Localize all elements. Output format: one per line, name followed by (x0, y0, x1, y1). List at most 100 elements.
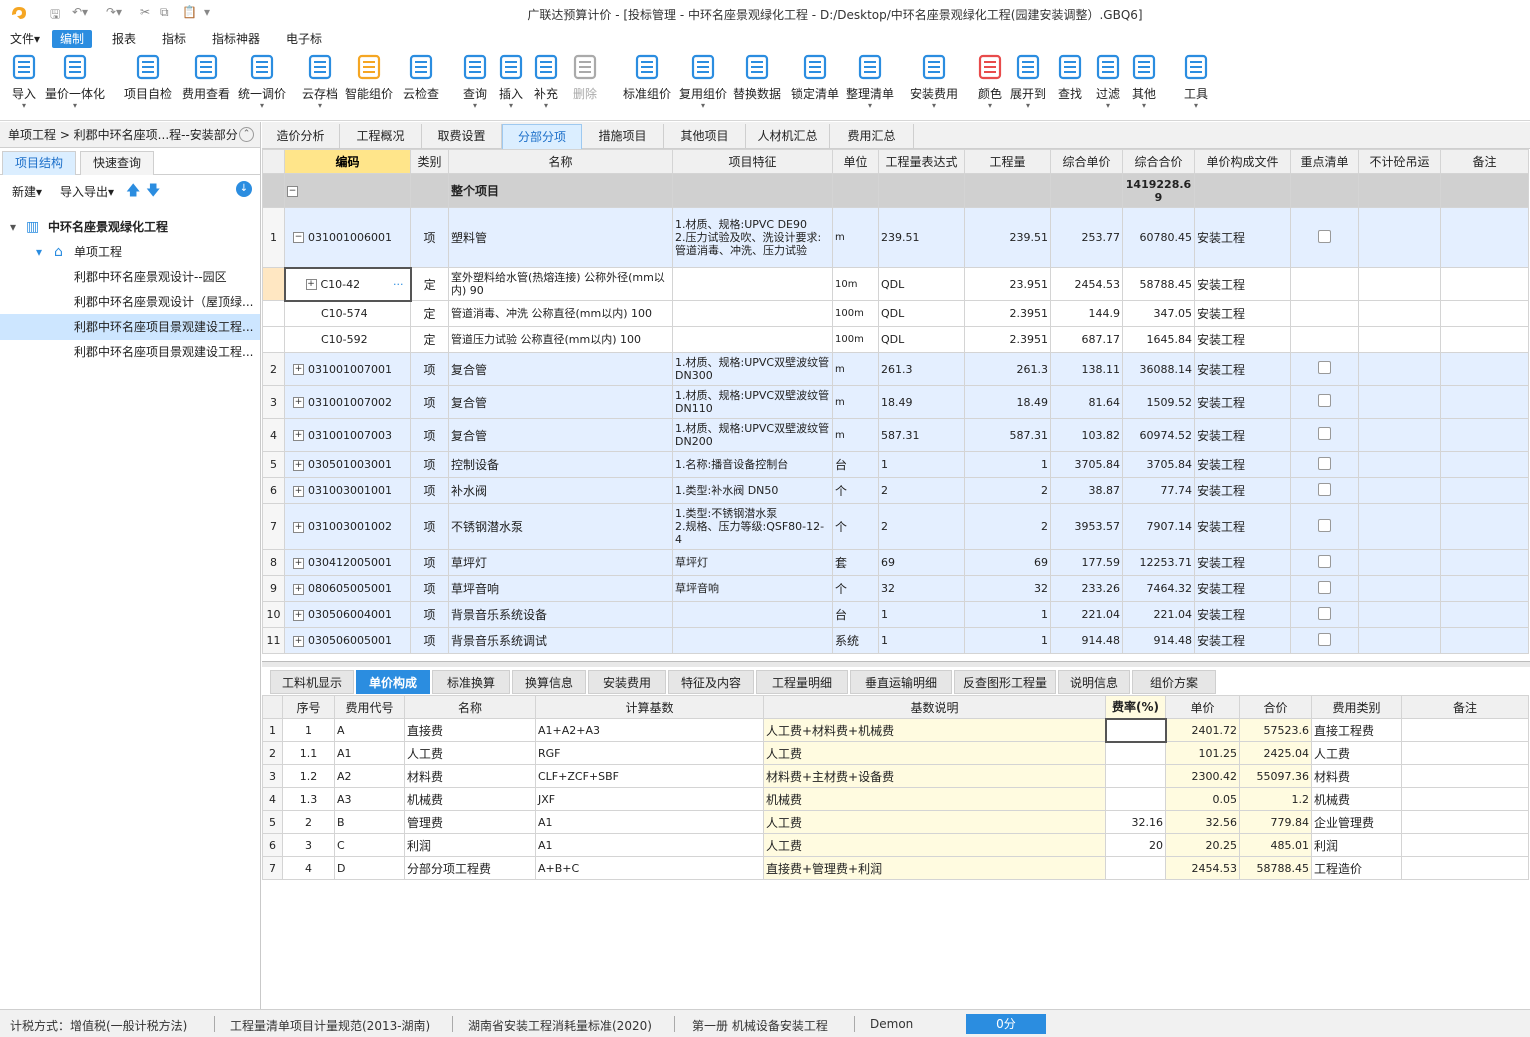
table-row[interactable]: + C10-42 ··· 定室外塑料给水管(热熔连接) 公称外径(mm以内) 90 10… (262, 266, 1529, 302)
fee-code-cell[interactable]: A3 (334, 787, 405, 811)
ribbon-organize-list-button[interactable]: 整理清单 ▾ (845, 53, 895, 110)
type-cell[interactable]: 项 (410, 503, 449, 550)
fee-code-cell[interactable]: C (334, 833, 405, 857)
no-concrete-lift-cell[interactable] (1358, 575, 1441, 602)
fee-category-cell[interactable]: 企业管理费 (1311, 810, 1402, 834)
feature-cell[interactable] (672, 300, 833, 327)
expression-cell[interactable]: 1 (878, 601, 965, 628)
composition-file-cell[interactable]: 安装工程 (1194, 503, 1291, 550)
column-header[interactable]: 综合合价 (1122, 149, 1195, 174)
expression-cell[interactable]: 2 (878, 477, 965, 504)
pane-splitter[interactable] (262, 661, 1530, 667)
expand-icon[interactable]: + (293, 635, 304, 647)
ribbon-tools-button[interactable]: 工具 ▾ (1171, 53, 1221, 110)
detail-tab-7[interactable]: 垂直运输明细 (850, 670, 952, 694)
fee-category-cell[interactable]: 材料费 (1311, 764, 1402, 788)
move-up-icon[interactable]: 🡅 (126, 180, 140, 204)
expression-cell[interactable]: 1 (878, 627, 965, 654)
ribbon-quantity-price-button[interactable]: 量价一体化 ▾ (45, 53, 105, 110)
type-cell[interactable]: 项 (410, 549, 449, 576)
fee-name-cell[interactable]: 分部分项工程费 (404, 856, 536, 880)
expression-cell[interactable]: 18.49 (878, 385, 965, 419)
import-export-button[interactable]: 导入导出▾ (60, 183, 114, 200)
key-list-checkbox[interactable] (1318, 632, 1331, 646)
expression-cell[interactable]: 1 (878, 451, 965, 478)
composition-file-cell[interactable]: 安装工程 (1194, 385, 1291, 419)
quantity-cell[interactable]: 2.3951 (964, 300, 1051, 327)
move-down-icon[interactable]: 🡇 (146, 180, 160, 204)
expression-cell[interactable]: 261.3 (878, 352, 965, 386)
fee-name-cell[interactable]: 机械费 (404, 787, 536, 811)
tab-2[interactable]: 取费设置 (422, 124, 502, 149)
new-button[interactable]: 新建▾ (12, 183, 42, 200)
remark-cell[interactable] (1440, 575, 1529, 602)
code-cell[interactable]: +080605005001 (284, 575, 411, 602)
fee-category-cell[interactable]: 机械费 (1311, 787, 1402, 811)
feature-cell[interactable]: 1.材质、规格:UPVC DE90 2.压力试验及吹、洗设计要求:管道消毒、冲洗… (672, 207, 833, 268)
cost-row[interactable]: 3 1.2 A2 材料费 CLF+ZCF+SBF 材料费+主材费+设备费 2300.42 55… (262, 764, 1529, 788)
name-cell[interactable]: 塑料管 (448, 207, 673, 268)
rate-cell[interactable] (1105, 741, 1166, 765)
composition-file-cell[interactable]: 安装工程 (1194, 575, 1291, 602)
unit-cell[interactable]: 系统 (832, 627, 879, 654)
fee-name-cell[interactable]: 直接费 (404, 718, 536, 742)
expression-cell[interactable]: 239.51 (878, 207, 965, 268)
expand-icon[interactable]: + (305, 279, 317, 290)
unit-cell[interactable]: 个 (832, 575, 879, 602)
code-cell[interactable]: +030506005001 (284, 627, 411, 654)
column-header[interactable]: 编码 (284, 149, 411, 174)
expression-cell[interactable]: 2 (878, 503, 965, 550)
code-cell[interactable]: +030412005001 (284, 549, 411, 576)
calc-base-cell[interactable]: A1 (535, 833, 764, 857)
key-list-checkbox[interactable] (1318, 580, 1331, 594)
no-concrete-lift-cell[interactable] (1358, 451, 1441, 478)
unit-price-cell[interactable]: 233.26 (1050, 575, 1123, 602)
cost-remark-cell[interactable] (1401, 856, 1529, 880)
detail-tab-2[interactable]: 标准换算 (432, 670, 510, 694)
no-concrete-lift-cell[interactable] (1358, 477, 1441, 504)
feature-cell[interactable]: 1.材质、规格:UPVC双壁波纹管 DN110 (672, 385, 833, 419)
column-header[interactable]: 综合单价 (1050, 149, 1123, 174)
remark-cell[interactable] (1440, 352, 1529, 386)
type-cell[interactable]: 项 (410, 575, 449, 602)
code-cell[interactable]: C10-574 (284, 300, 411, 327)
score-badge[interactable]: 0分 (966, 1014, 1046, 1034)
rate-cell[interactable] (1105, 856, 1166, 880)
key-list-checkbox[interactable] (1318, 394, 1331, 407)
unit-price-cell[interactable]: 3953.57 (1050, 503, 1123, 550)
unit-cell[interactable]: 10m (832, 267, 879, 301)
key-list-cell[interactable] (1290, 503, 1359, 550)
menu-e-bid[interactable]: 电子标 (278, 30, 330, 48)
feature-cell[interactable] (672, 601, 833, 628)
unit-cell[interactable]: 100m (832, 300, 879, 327)
table-row[interactable]: C10-574 定管道消毒、冲洗 公称直径(mm以内) 100 100m QDL 2.3… (262, 300, 1529, 327)
quantity-cell[interactable]: 1 (964, 451, 1051, 478)
name-cell[interactable]: 背景音乐系统调试 (448, 627, 673, 654)
composition-file-cell[interactable]: 安装工程 (1194, 601, 1291, 628)
table-row[interactable]: 7 +031003001002 项不锈钢潜水泵 1.类型:不锈钢潜水泵 2.规格、压力… (262, 503, 1529, 550)
remark-cell[interactable] (1440, 627, 1529, 654)
code-cell[interactable]: +031003001001 (284, 477, 411, 504)
type-cell[interactable]: 项 (410, 601, 449, 628)
collapse-icon[interactable]: − (287, 185, 298, 197)
quantity-cell[interactable]: 587.31 (964, 418, 1051, 452)
cost-row[interactable]: 2 1.1 A1 人工费 RGF 人工费 101.25 2425.04 人工费 (262, 741, 1529, 765)
key-list-cell[interactable] (1290, 477, 1359, 504)
key-list-cell[interactable] (1290, 267, 1359, 301)
table-row[interactable]: C10-592 定管道压力试验 公称直径(mm以内) 100 100m QDL 2.39… (262, 326, 1529, 353)
name-cell[interactable]: 补水阀 (448, 477, 673, 504)
column-header[interactable]: 重点清单 (1290, 149, 1359, 174)
code-cell[interactable]: + C10-42 ··· (283, 266, 412, 302)
composition-file-cell[interactable]: 安装工程 (1194, 451, 1291, 478)
expand-icon[interactable]: + (293, 364, 304, 375)
rate-cell[interactable] (1104, 717, 1167, 743)
ribbon-cloud-check-button[interactable]: 云检查 (396, 53, 446, 102)
cost-column-header[interactable]: 费用类别 (1311, 695, 1402, 719)
table-row[interactable]: 9 +080605005001 项草坪音响 草坪音响个 32 32 233.26 7464.3… (262, 575, 1529, 602)
unit-price-cell[interactable]: 253.77 (1050, 207, 1123, 268)
fee-category-cell[interactable]: 人工费 (1311, 741, 1402, 765)
no-concrete-lift-cell[interactable] (1358, 549, 1441, 576)
type-cell[interactable]: 项 (410, 207, 449, 268)
column-header[interactable]: 备注 (1440, 149, 1529, 174)
cost-remark-cell[interactable] (1401, 741, 1529, 765)
